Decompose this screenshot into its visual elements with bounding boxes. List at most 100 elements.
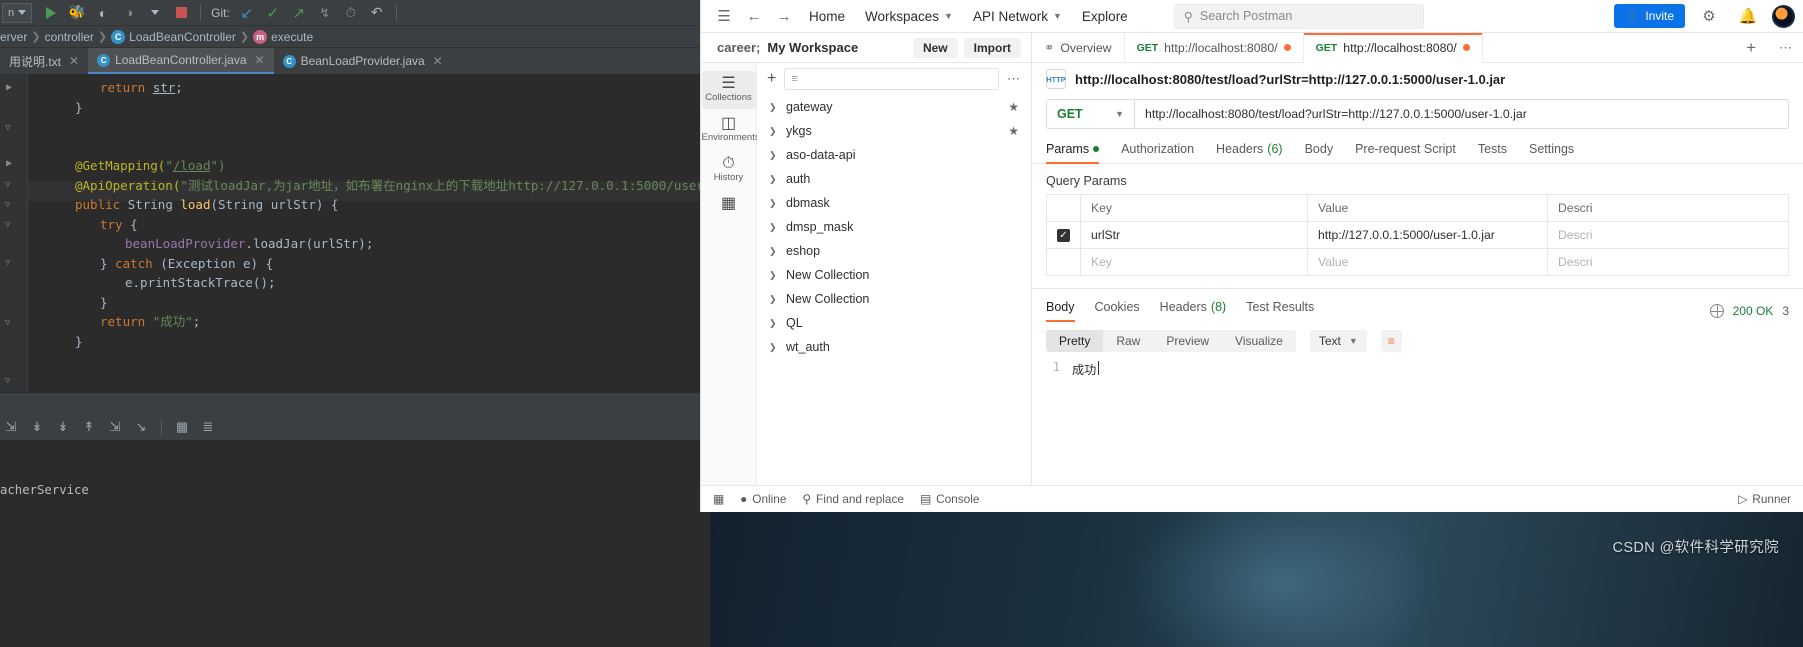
run-button[interactable] (38, 1, 64, 25)
chevron-right-icon[interactable]: ❯ (769, 342, 777, 353)
breadcrumb-item-package[interactable]: controller (45, 30, 94, 44)
fold-icon[interactable]: ▽ (5, 216, 15, 236)
editor-gutter[interactable]: ▶ ▽ ▶ ▽ ▽ ▽ ▽ ▽ ▽ (0, 74, 28, 419)
table-row[interactable]: ✓ urlStr http://127.0.0.1:5000/user-1.0.… (1047, 222, 1788, 249)
rerun-icon[interactable]: ⇲ (2, 419, 20, 435)
run-coverage-button[interactable]: ◐ (90, 1, 116, 25)
collection-item[interactable]: ❯ dbmask (757, 191, 1031, 215)
layout-toggle[interactable]: ▦ (713, 492, 724, 506)
chevron-right-icon[interactable]: ❯ (769, 150, 777, 161)
rail-item-apps[interactable]: ▦ (702, 191, 756, 217)
collection-item[interactable]: ❯ dmsp_mask (757, 215, 1031, 239)
bell-icon[interactable]: 🔔 (1733, 3, 1763, 29)
row-description[interactable]: Descri (1548, 222, 1788, 248)
search-input[interactable]: ⚲ Search Postman (1173, 3, 1424, 29)
row-key[interactable]: urlStr (1081, 222, 1308, 248)
rail-item-environments[interactable]: ◫ Environments (702, 111, 760, 149)
collection-item[interactable]: ❯ New Collection (757, 263, 1031, 287)
chevron-right-icon[interactable]: ❯ (769, 102, 777, 113)
tab-overview[interactable]: ⚭ Overview (1032, 32, 1125, 63)
forward-arrow-icon[interactable]: → (769, 3, 799, 29)
collection-item[interactable]: ❯ ykgs ★ (757, 119, 1031, 143)
scroll-to-end-icon[interactable]: ↡ (54, 419, 72, 435)
chevron-right-icon[interactable]: ❯ (769, 126, 777, 137)
console-splitter[interactable] (0, 392, 710, 414)
workspace-selector[interactable]: career; My Workspace New Import (701, 37, 1031, 58)
avatar[interactable] (1772, 4, 1795, 28)
url-input[interactable]: http://localhost:8080/test/load?urlStr=h… (1134, 99, 1789, 129)
add-icon[interactable]: + (767, 70, 776, 88)
breadcrumb-item-method[interactable]: m execute (253, 29, 313, 44)
request-tab-authorization[interactable]: Authorization (1121, 142, 1194, 163)
row-value-placeholder[interactable]: Value (1308, 249, 1548, 275)
editor-tab-beanloadprovider[interactable]: C BeanLoadProvider.java ✕ (274, 48, 452, 74)
breadcrumb-item-class[interactable]: C LoadBeanController (111, 29, 236, 44)
wrap-lines-icon[interactable]: ≡ (1380, 330, 1402, 352)
row-checkbox-cell[interactable]: ✓ (1047, 222, 1081, 248)
settings-icon[interactable]: ≣ (199, 419, 217, 435)
git-push-button[interactable]: ↗ (286, 1, 312, 25)
tab-request[interactable]: GET http://localhost:8080/ (1125, 32, 1304, 63)
request-tab-pre-request-script[interactable]: Pre-request Script (1355, 142, 1456, 163)
fold-icon[interactable]: ▽ (5, 314, 15, 334)
response-format-selector[interactable]: Text ▼ (1309, 330, 1367, 352)
invite-button[interactable]: 👤 Invite (1614, 4, 1685, 28)
viewer-mode-visualize[interactable]: Visualize (1222, 330, 1296, 352)
viewer-mode-raw[interactable]: Raw (1103, 330, 1153, 352)
git-update-button[interactable]: ↙ (234, 1, 260, 25)
git-revert-button[interactable]: ↶ (364, 1, 390, 25)
star-icon[interactable]: ★ (1008, 124, 1019, 138)
close-icon[interactable]: ✕ (433, 54, 443, 68)
chevron-right-icon[interactable]: ❯ (769, 318, 777, 329)
scroll-to-top-icon[interactable]: ↟ (80, 419, 98, 435)
fold-icon[interactable]: ▽ (5, 119, 15, 139)
git-commit-button[interactable]: ✓ (260, 1, 286, 25)
select-text-icon[interactable]: ↘ (132, 419, 150, 435)
collection-item[interactable]: ❯ auth (757, 167, 1031, 191)
new-tab-button[interactable]: + (1733, 38, 1769, 58)
collection-item[interactable]: ❯ gateway ★ (757, 95, 1031, 119)
new-button[interactable]: New (912, 37, 958, 58)
nav-explore[interactable]: Explore (1072, 3, 1138, 29)
breadcrumb-item-module[interactable]: erver (0, 30, 27, 44)
response-body[interactable]: 1 成功 (1032, 352, 1803, 378)
git-branch-button[interactable]: ↯ (312, 1, 338, 25)
chevron-right-icon[interactable]: ❯ (769, 246, 777, 257)
collection-item[interactable]: ❯ New Collection (757, 287, 1031, 311)
chevron-right-icon[interactable]: ❯ (769, 174, 777, 185)
editor-tab-loadbeancontroller[interactable]: C LoadBeanController.java ✕ (88, 48, 274, 74)
run-gutter-icon[interactable]: ▶ (6, 154, 12, 174)
fold-icon[interactable]: ▽ (5, 372, 15, 392)
gear-icon[interactable]: ⚙ (1694, 3, 1724, 29)
run-gutter-icon[interactable]: ▶ (6, 78, 12, 98)
request-tab-body[interactable]: Body (1305, 142, 1334, 163)
sidebar-filter-input[interactable]: ≡ (784, 68, 999, 90)
response-tab-headers[interactable]: Headers (8) (1160, 300, 1227, 321)
row-description-placeholder[interactable]: Descri (1548, 249, 1788, 275)
code-editor[interactable]: ▶ ▽ ▶ ▽ ▽ ▽ ▽ ▽ ▽ return str;} @GetMappi… (0, 74, 710, 419)
chevron-right-icon[interactable]: ❯ (769, 198, 777, 209)
response-tab-body[interactable]: Body (1046, 300, 1075, 322)
run-configuration-selector[interactable]: n (2, 2, 33, 23)
profile-dropdown[interactable] (142, 1, 168, 25)
collection-item[interactable]: ❯ eshop (757, 239, 1031, 263)
nav-home[interactable]: Home (799, 3, 855, 29)
git-history-button[interactable]: ⏱ (338, 1, 364, 25)
import-button[interactable]: Import (963, 37, 1021, 58)
scroll-down-icon[interactable]: ↡ (28, 419, 46, 435)
request-tab-tests[interactable]: Tests (1478, 142, 1507, 163)
star-icon[interactable]: ★ (1008, 100, 1019, 114)
checkbox-checked-icon[interactable]: ✓ (1057, 228, 1070, 242)
profile-button[interactable]: ◑ (116, 1, 142, 25)
request-tab-settings[interactable]: Settings (1529, 142, 1574, 163)
row-key-placeholder[interactable]: Key (1081, 249, 1308, 275)
console-button[interactable]: ▤ Console (920, 492, 979, 506)
row-value[interactable]: http://127.0.0.1:5000/user-1.0.jar (1308, 222, 1548, 248)
rail-item-collections[interactable]: ☰ Collections (701, 71, 756, 109)
nav-workspaces[interactable]: Workspaces ▼ (855, 3, 963, 29)
response-tab-test-results[interactable]: Test Results (1246, 300, 1314, 321)
table-row-empty[interactable]: Key Value Descri (1047, 249, 1788, 276)
debug-button[interactable]: 🐝 (64, 1, 90, 25)
response-tab-cookies[interactable]: Cookies (1095, 300, 1140, 321)
chevron-right-icon[interactable]: ❯ (769, 222, 777, 233)
